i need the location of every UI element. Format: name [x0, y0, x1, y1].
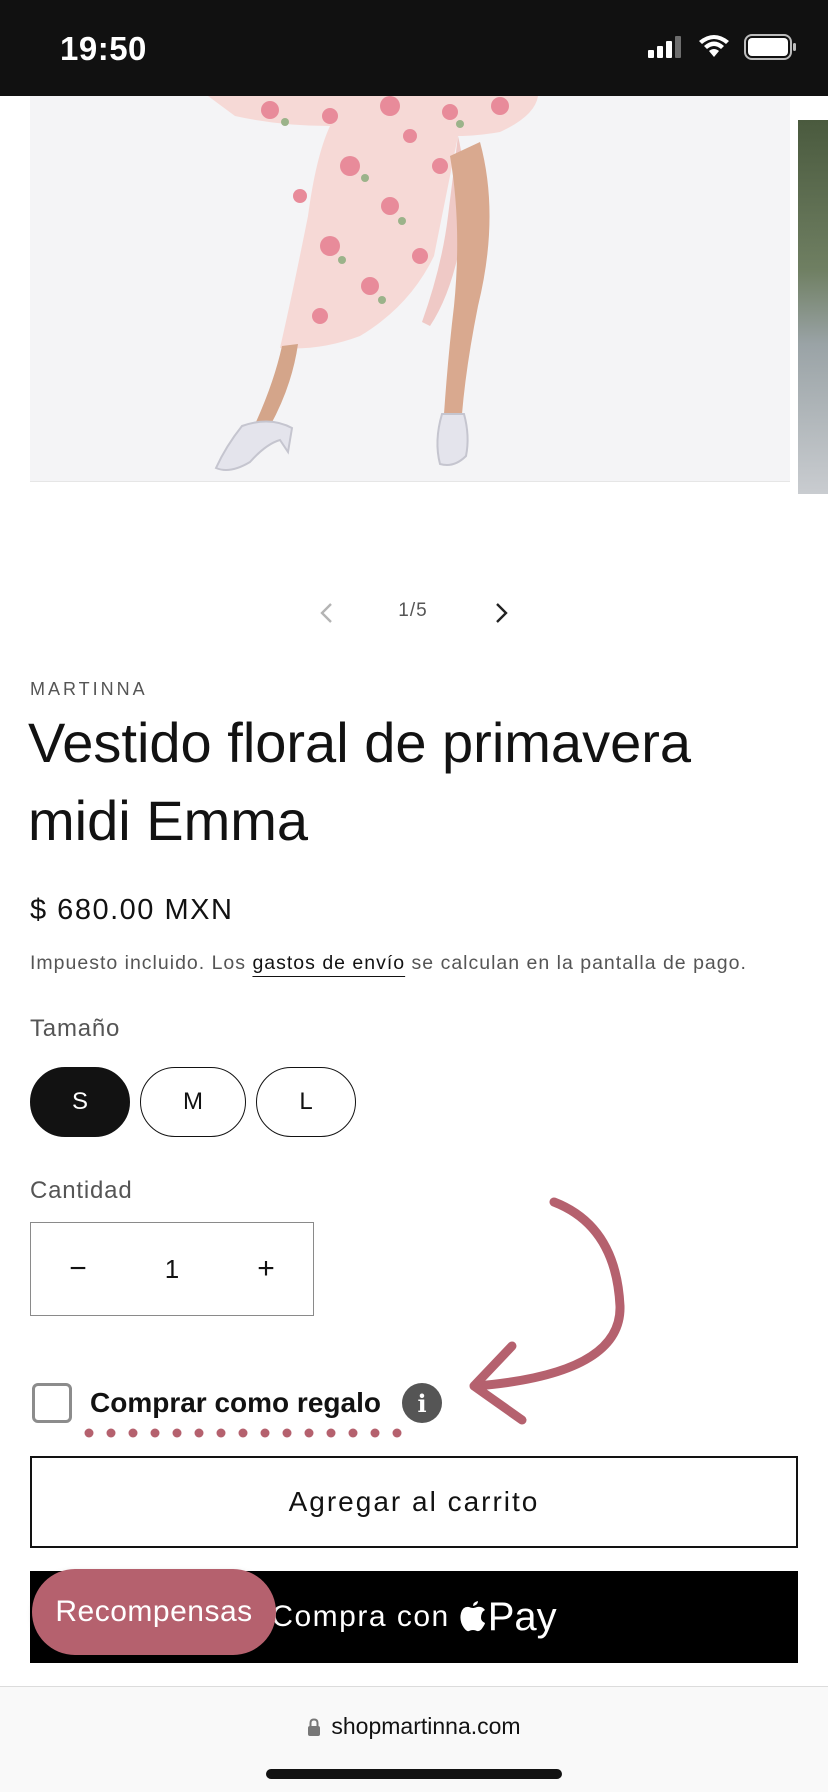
gallery-pagination: 1/5 — [0, 596, 828, 630]
apple-logo-icon — [460, 1601, 485, 1632]
apple-pay-brand: Pay — [487, 1594, 557, 1639]
next-slide-button[interactable] — [490, 596, 514, 630]
status-bar: 19:50 — [0, 0, 828, 96]
rewards-button[interactable]: Recompensas — [32, 1569, 276, 1655]
gift-option[interactable]: Comprar como regalo — [32, 1383, 381, 1423]
size-label: Tamaño — [30, 1015, 121, 1042]
product-media-gallery[interactable] — [0, 96, 828, 506]
quantity-decrease-button[interactable]: − — [31, 1223, 125, 1315]
battery-icon — [744, 34, 796, 60]
chevron-left-icon — [320, 603, 332, 623]
browser-url-bar[interactable]: shopmartinna.com — [0, 1686, 828, 1792]
add-to-cart-button[interactable]: Agregar al carrito — [30, 1456, 798, 1548]
status-icons — [648, 34, 798, 60]
quantity-input[interactable]: 1 — [125, 1254, 219, 1285]
chevron-right-icon — [496, 603, 508, 623]
size-options: S M L — [30, 1067, 356, 1137]
product-title: Vestido floral de primavera midi Emma — [28, 711, 692, 852]
size-option-m[interactable]: M — [140, 1067, 246, 1137]
gift-checkbox[interactable] — [32, 1383, 72, 1423]
status-time: 19:50 — [60, 30, 147, 67]
url-display[interactable]: shopmartinna.com — [0, 1713, 828, 1740]
dotted-underline-annotation — [84, 1428, 402, 1438]
url-text: shopmartinna.com — [331, 1713, 521, 1739]
signal-icon — [648, 36, 681, 58]
curved-arrow-icon — [469, 1197, 625, 1425]
quantity-stepper: − 1 + — [30, 1222, 314, 1316]
quantity-increase-button[interactable]: + — [219, 1223, 313, 1315]
size-option-l[interactable]: L — [256, 1067, 356, 1137]
tax-note: Impuesto incluido. Los gastos de envío s… — [30, 952, 747, 975]
home-indicator[interactable] — [266, 1769, 562, 1779]
shipping-policy-link[interactable]: gastos de envío — [252, 952, 405, 974]
product-price: $ 680.00 MXN — [30, 894, 234, 926]
size-option-s[interactable]: S — [30, 1067, 130, 1137]
wifi-icon — [699, 35, 729, 57]
quantity-label: Cantidad — [30, 1177, 133, 1204]
slide-counter: 1/5 — [398, 600, 428, 621]
apple-pay-mark: Pay — [460, 1595, 557, 1640]
next-product-image-peek[interactable] — [798, 120, 828, 494]
lock-icon — [308, 1717, 321, 1736]
product-photo-illustration — [30, 96, 790, 481]
tax-note-prefix: Impuesto incluido. Los — [30, 952, 253, 974]
gift-label[interactable]: Comprar como regalo — [90, 1387, 381, 1419]
info-icon[interactable]: i — [402, 1383, 442, 1423]
tax-note-suffix: se calculan en la pantalla de pago. — [405, 952, 747, 974]
previous-slide-button[interactable] — [314, 596, 338, 630]
product-image[interactable] — [30, 96, 790, 482]
product-vendor: MARTINNA — [30, 679, 148, 699]
apple-pay-prefix: Compra con — [271, 1600, 450, 1633]
